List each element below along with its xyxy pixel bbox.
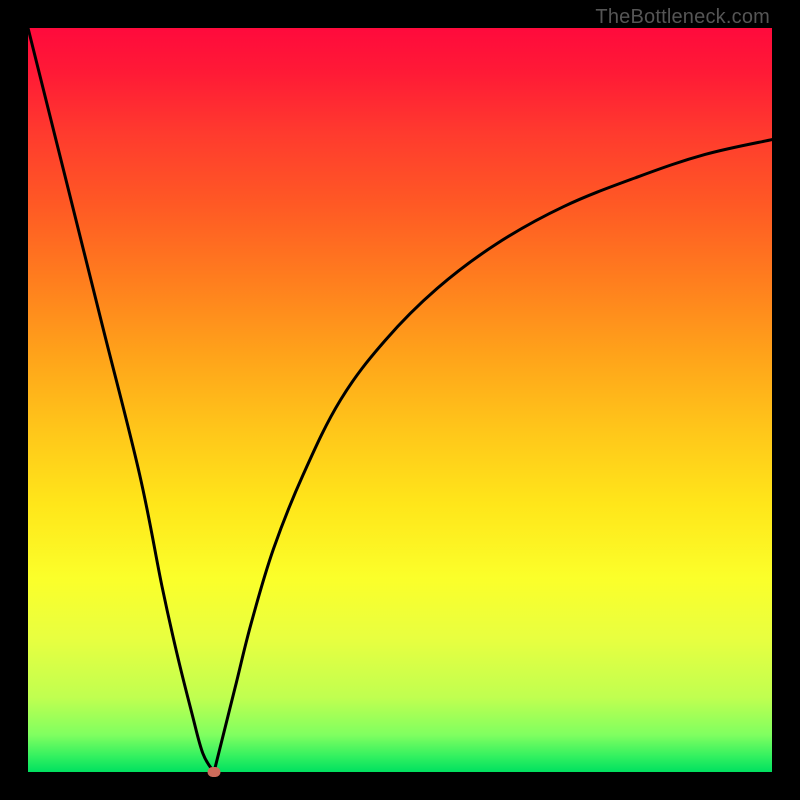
curve-path [28, 28, 772, 772]
plot-area [28, 28, 772, 772]
minimum-marker [208, 767, 221, 777]
bottleneck-curve [28, 28, 772, 772]
outer-frame: TheBottleneck.com [0, 0, 800, 800]
watermark-text: TheBottleneck.com [595, 6, 770, 29]
